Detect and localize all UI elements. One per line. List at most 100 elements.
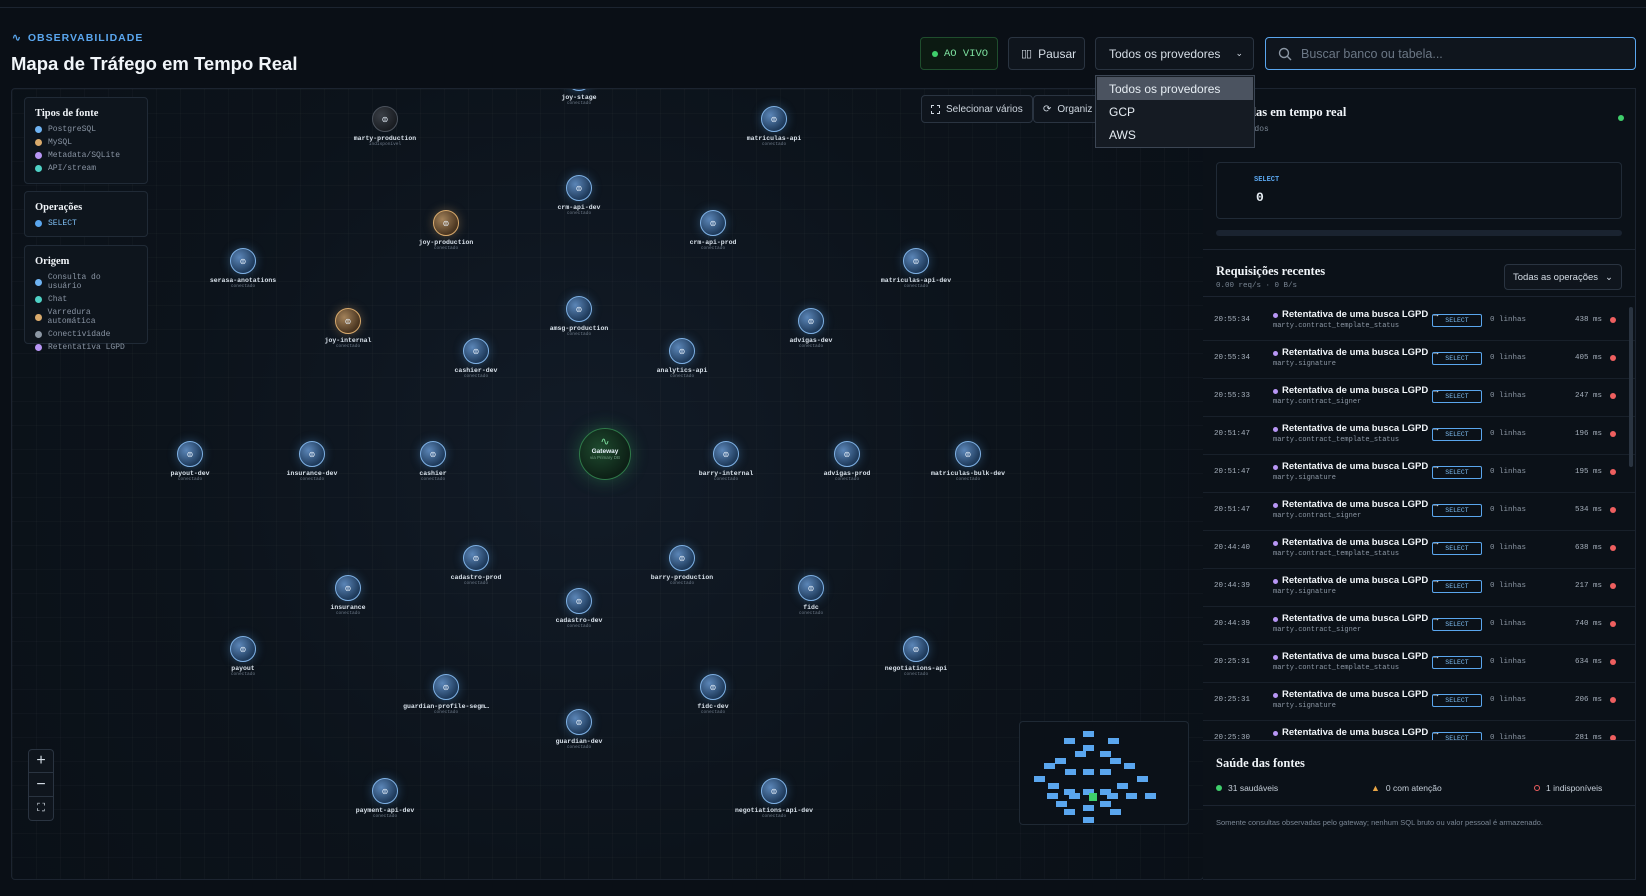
provider-select[interactable]: Todos os provedores ⌄ bbox=[1095, 37, 1254, 70]
provider-option[interactable]: AWS bbox=[1096, 123, 1254, 146]
db-node[interactable]: ⊜ fidc-dev conectado bbox=[668, 674, 758, 715]
db-node[interactable]: ⊜ cashier-dev conectado bbox=[431, 338, 521, 379]
operations-filter-label: Todas as operações bbox=[1513, 271, 1599, 283]
node-status: conectado bbox=[463, 374, 489, 379]
operation-badge: SELECT bbox=[1432, 580, 1482, 593]
database-icon: ⊜ bbox=[566, 588, 592, 614]
request-row[interactable]: 20:51:47 Retentativa de uma busca LGPD → m… bbox=[1203, 455, 1635, 493]
db-node[interactable]: ⊜ cadastro-prod conectado bbox=[431, 545, 521, 586]
minimap-node bbox=[1064, 738, 1075, 744]
db-node[interactable]: ⊜ advigas-dev conectado bbox=[766, 308, 856, 349]
db-node[interactable]: ⊜ marty-production indisponível bbox=[340, 106, 430, 147]
search-placeholder: Buscar banco ou tabela... bbox=[1301, 46, 1443, 61]
db-node[interactable]: ⊜ barry-internal conectado bbox=[681, 441, 771, 482]
traffic-map-canvas[interactable]: Tipos de fonte PostgreSQL MySQL Metadata… bbox=[11, 88, 1204, 880]
db-node[interactable]: ⊜ cashier conectado bbox=[388, 441, 478, 482]
request-time: 20:55:34 bbox=[1214, 316, 1251, 324]
minimap[interactable] bbox=[1019, 721, 1189, 825]
recent-requests-title: Requisições recentes bbox=[1216, 264, 1326, 278]
db-node[interactable]: ⊜ serasa-anotations conectado bbox=[198, 248, 288, 289]
request-table: marty.contract_signer bbox=[1273, 398, 1362, 406]
node-name: payout-dev bbox=[170, 470, 210, 477]
request-row[interactable]: 20:55:34 Retentativa de uma busca LGPD → m… bbox=[1203, 341, 1635, 379]
health-attention: ▲ 0 com atenção bbox=[1371, 783, 1442, 793]
node-status: conectado bbox=[798, 344, 824, 349]
minimap-node bbox=[1117, 783, 1128, 789]
legend-item: PostgreSQL bbox=[35, 125, 137, 134]
database-icon: ⊜ bbox=[834, 441, 860, 467]
database-icon: ⊜ bbox=[566, 89, 592, 91]
db-node[interactable]: ⊜ cadastro-dev conectado bbox=[534, 588, 624, 629]
request-row[interactable]: 20:51:47 Retentativa de uma busca LGPD → m… bbox=[1203, 417, 1635, 455]
request-row[interactable]: 20:44:39 Retentativa de uma busca LGPD → m… bbox=[1203, 569, 1635, 607]
request-time: 20:25:31 bbox=[1214, 658, 1251, 666]
legend-title: Operações bbox=[35, 202, 83, 213]
legend-swatch bbox=[35, 278, 42, 286]
select-many-button[interactable]: Selecionar vários bbox=[921, 95, 1033, 123]
request-title: Retentativa de uma busca LGPD → bbox=[1282, 689, 1441, 700]
request-row[interactable]: 20:25:31 Retentativa de uma busca LGPD → m… bbox=[1203, 683, 1635, 721]
zoom-out-button[interactable]: − bbox=[28, 773, 54, 797]
legend-item: Consulta do usuário bbox=[35, 273, 137, 291]
activity-icon: ∿ bbox=[600, 436, 610, 448]
request-title: Retentativa de uma busca LGPD → bbox=[1282, 385, 1441, 396]
node-status: conectado bbox=[834, 477, 860, 482]
provider-option[interactable]: Todos os provedores bbox=[1097, 77, 1253, 100]
legend-swatch bbox=[35, 220, 42, 227]
db-node[interactable]: ⊜ matriculas-bulk-dev conectado bbox=[923, 441, 1013, 482]
node-status: conectado bbox=[700, 246, 726, 251]
db-node[interactable]: ⊜ matriculas-api-dev conectado bbox=[871, 248, 961, 289]
node-name: amsg-production bbox=[549, 325, 609, 332]
request-row[interactable]: 20:55:33 Retentativa de uma busca LGPD → m… bbox=[1203, 379, 1635, 417]
db-node[interactable]: ⊜ crm-api-prod conectado bbox=[668, 210, 758, 251]
request-row[interactable]: 20:44:40 Retentativa de uma busca LGPD → m… bbox=[1203, 531, 1635, 569]
fit-view-button[interactable]: ⛶ bbox=[28, 797, 54, 821]
db-node[interactable]: ⊜ payout conectado bbox=[198, 636, 288, 677]
db-node[interactable]: ⊜ joy-production conectado bbox=[401, 210, 491, 251]
top-bar bbox=[0, 0, 1646, 8]
db-node[interactable]: ⊜ advigas-prod conectado bbox=[802, 441, 892, 482]
db-node[interactable]: ⊜ joy-internal conectado bbox=[303, 308, 393, 349]
node-name: advigas-dev bbox=[789, 337, 833, 344]
db-node[interactable]: ⊜ matriculas-api conectado bbox=[729, 106, 819, 147]
source-health-title: Saúde das fontes bbox=[1216, 756, 1305, 770]
request-row[interactable]: 20:25:30Retentativa de uma busca LGPD →m… bbox=[1203, 721, 1635, 740]
db-node[interactable]: ⊜ fidc conectado bbox=[766, 575, 856, 616]
section-eyebrow: ∿ OBSERVABILIDADE bbox=[12, 32, 143, 44]
request-row[interactable]: 20:51:47 Retentativa de uma busca LGPD → m… bbox=[1203, 493, 1635, 531]
db-node[interactable]: ⊜ insurance conectado bbox=[303, 575, 393, 616]
search-input[interactable]: Buscar banco ou tabela... bbox=[1265, 37, 1636, 70]
db-node[interactable]: ⊜ crm-api-dev conectado bbox=[534, 175, 624, 216]
node-status: conectado bbox=[669, 581, 695, 586]
db-node[interactable]: ⊜ analytics-api conectado bbox=[637, 338, 727, 379]
db-node[interactable]: ⊜ payment-api-dev conectado bbox=[340, 778, 430, 819]
db-node[interactable]: ⊜ guardian-profile-segm… conectado bbox=[401, 674, 491, 715]
zoom-in-button[interactable]: + bbox=[28, 749, 54, 773]
db-node[interactable]: ⊜ amsg-production conectado bbox=[534, 296, 624, 337]
request-row[interactable]: 20:44:39 Retentativa de uma busca LGPD → m… bbox=[1203, 607, 1635, 645]
node-name: negotiations-api bbox=[884, 665, 948, 672]
latency: 634 ms bbox=[1574, 658, 1602, 666]
live-panel-title: das em tempo real bbox=[1249, 105, 1347, 119]
minimap-node bbox=[1064, 809, 1075, 815]
provider-option[interactable]: GCP bbox=[1096, 100, 1254, 123]
db-node[interactable]: ⊜ joy-stageconectado bbox=[534, 89, 624, 106]
legend-swatch bbox=[35, 152, 42, 159]
gateway-node[interactable]: ∿ Gateway via Primary DB bbox=[579, 428, 631, 480]
node-name: joy-production bbox=[418, 239, 474, 246]
db-node[interactable]: ⊜ payout-dev conectado bbox=[145, 441, 235, 482]
db-node[interactable]: ⊜ insurance-dev conectado bbox=[267, 441, 357, 482]
organize-button[interactable]: ⟳ Organiz bbox=[1033, 95, 1103, 123]
legend-label: SELECT bbox=[48, 219, 77, 228]
db-node[interactable]: ⊜ barry-production conectado bbox=[637, 545, 727, 586]
db-node[interactable]: ⊜ guardian-dev conectado bbox=[534, 709, 624, 750]
request-row[interactable]: 20:55:34 Retentativa de uma busca LGPD → m… bbox=[1203, 303, 1635, 341]
list-scrollbar[interactable] bbox=[1629, 307, 1633, 467]
live-toggle-button[interactable]: AO VIVO bbox=[920, 37, 998, 70]
pause-button[interactable]: ▯▯ Pausar bbox=[1008, 37, 1085, 70]
db-node[interactable]: ⊜ negotiations-api-dev conectado bbox=[729, 778, 819, 819]
db-node[interactable]: ⊜ negotiations-api conectado bbox=[871, 636, 961, 677]
operations-filter-select[interactable]: Todas as operações ⌄ bbox=[1504, 264, 1622, 290]
request-row[interactable]: 20:25:31 Retentativa de uma busca LGPD → m… bbox=[1203, 645, 1635, 683]
request-title: Retentativa de uma busca LGPD → bbox=[1282, 613, 1441, 624]
